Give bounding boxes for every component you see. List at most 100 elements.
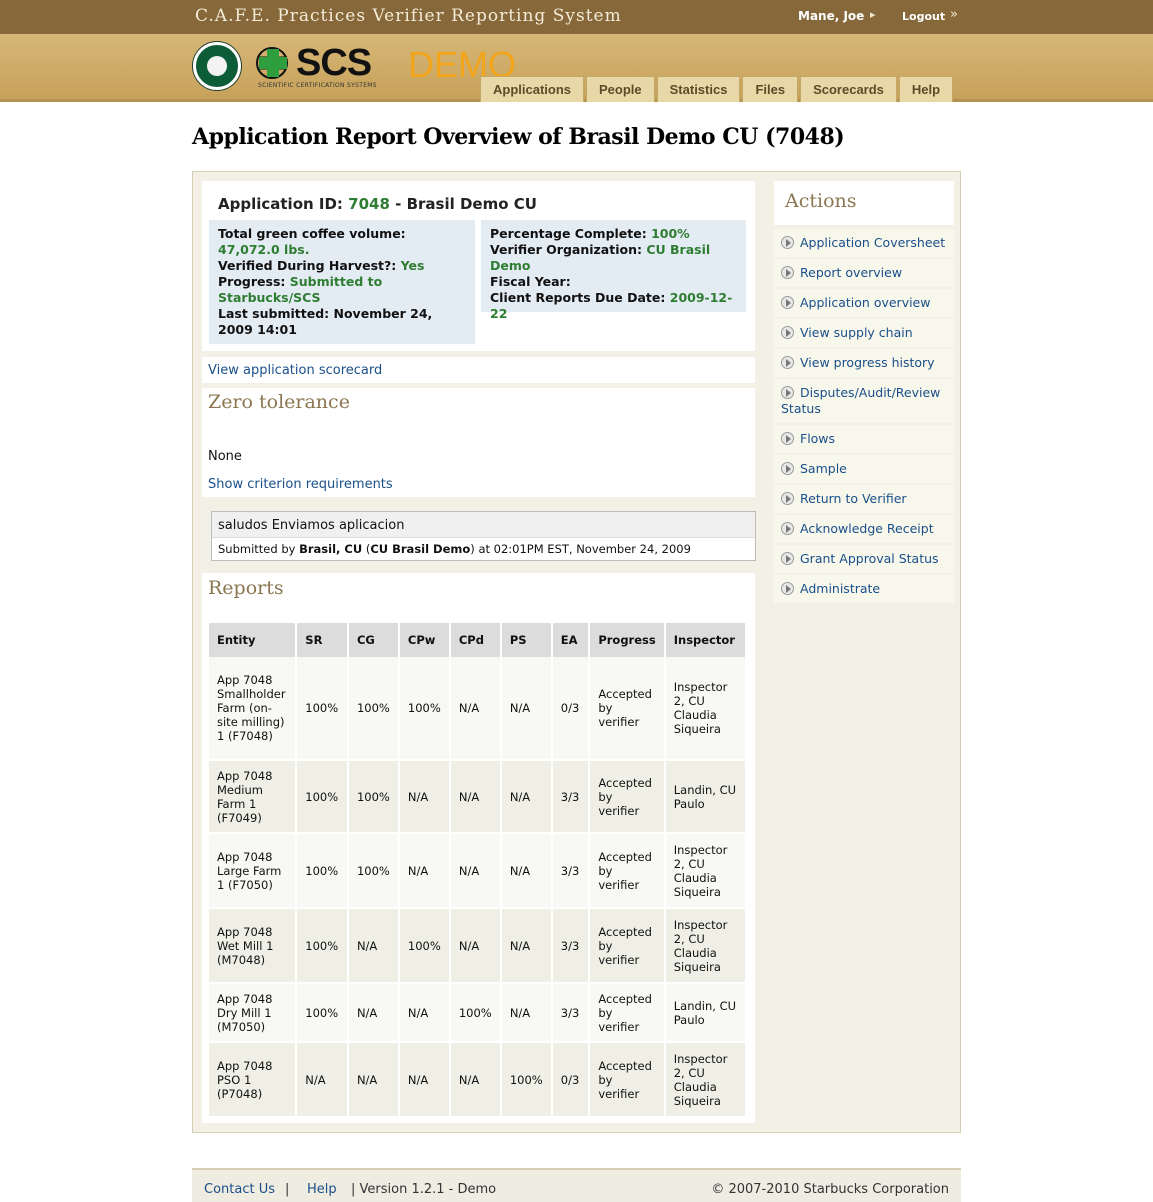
submitted-label: Last submitted: (218, 306, 334, 321)
column-header: CPd (449, 623, 502, 657)
table-row: App 7048 Smallholder Farm (on-site milli… (209, 657, 748, 761)
tab-applications[interactable]: Applications (480, 76, 585, 102)
tab-statistics[interactable]: Statistics (656, 76, 741, 102)
page-title: Application Report Overview of Brasil De… (192, 124, 845, 150)
verifier-row: Verifier Organization: CU Brasil Demo (490, 242, 737, 274)
column-header: Progress (589, 623, 666, 657)
cpd-cell: N/A (449, 908, 502, 984)
note-org: CU Brasil Demo (370, 542, 471, 556)
cpw-cell: 100% (398, 657, 451, 761)
user-menu[interactable]: Mane, Joe (798, 9, 864, 23)
action-sample[interactable]: Sample (774, 455, 954, 483)
cg-cell: 100% (347, 833, 400, 909)
entity-link[interactable]: App 7048 Smallholder Farm (on-site milli… (209, 657, 298, 761)
contact-us-link[interactable]: Contact Us (204, 1182, 275, 1197)
main-content: Application ID: 7048 - Brasil Demo CU To… (192, 171, 961, 1133)
starbucks-logo (193, 42, 241, 90)
action-label: Report overview (800, 265, 903, 280)
sr-cell: 100% (296, 983, 349, 1043)
action-application-coversheet[interactable]: Application Coversheet (774, 229, 954, 257)
action-administrate[interactable]: Administrate (774, 575, 954, 603)
ps-cell: N/A (500, 983, 553, 1043)
volume-value: 47,072.0 lbs. (218, 242, 310, 257)
inspector-cell: Inspector 2, CU Claudia Siqueira (664, 908, 748, 984)
cpw-cell: N/A (398, 983, 451, 1043)
entity-link[interactable]: App 7048 PSO 1 (P7048) (209, 1042, 298, 1118)
action-grant-approval-status[interactable]: Grant Approval Status (774, 545, 954, 573)
volume-row: Total green coffee volume: 47,072.0 lbs. (218, 226, 466, 258)
column-header: PS (500, 623, 553, 657)
tab-scorecards[interactable]: Scorecards (800, 76, 897, 102)
circle-arrow-icon (781, 492, 794, 505)
ea-cell: 3/3 (551, 983, 591, 1043)
column-header: EA (551, 623, 591, 657)
circle-arrow-icon (781, 522, 794, 535)
cpd-cell: N/A (449, 1042, 502, 1118)
footer-help-link[interactable]: Help (307, 1182, 337, 1197)
action-view-supply-chain[interactable]: View supply chain (774, 319, 954, 347)
cpd-cell: N/A (449, 833, 502, 909)
circle-arrow-icon (781, 296, 794, 309)
entity-link[interactable]: App 7048 Dry Mill 1 (M7050) (209, 983, 298, 1043)
note-submitted-by: Brasil, CU (299, 542, 363, 556)
action-flows[interactable]: Flows (774, 425, 954, 453)
table-row: App 7048 Large Farm 1 (F7050) 100% 100% … (209, 833, 748, 909)
action-disputes-audit-review-status[interactable]: Disputes/Audit/Review Status (774, 379, 954, 423)
action-return-to-verifier[interactable]: Return to Verifier (774, 485, 954, 513)
action-label: Return to Verifier (800, 491, 907, 506)
progress-cell: Accepted by verifier (589, 760, 666, 834)
note-submitted-suffix: ) at 02:01PM EST, November 24, 2009 (470, 542, 691, 556)
cg-cell: 100% (347, 657, 400, 761)
action-label: Grant Approval Status (800, 551, 939, 566)
cpw-cell: N/A (398, 833, 451, 909)
fiscal-year-row: Fiscal Year: (490, 274, 737, 290)
circle-arrow-icon (781, 266, 794, 279)
progress-cell: Accepted by verifier (589, 908, 666, 984)
application-id-value: 7048 (348, 195, 390, 213)
reports-header-row: Entity SR CG CPw CPd PS EA Progress Insp… (209, 623, 748, 657)
cg-cell: N/A (347, 983, 400, 1043)
reports-heading: Reports (208, 577, 284, 599)
entity-link[interactable]: App 7048 Wet Mill 1 (M7048) (209, 908, 298, 984)
scs-cross-logo (256, 47, 288, 79)
sr-cell: N/A (296, 1042, 349, 1118)
circle-arrow-icon (781, 552, 794, 565)
table-row: App 7048 Medium Farm 1 (F7049) 100% 100%… (209, 760, 748, 834)
circle-arrow-icon (781, 582, 794, 595)
sr-cell: 100% (296, 833, 349, 909)
fiscal-year-label: Fiscal Year: (490, 274, 571, 289)
due-date-row: Client Reports Due Date: 2009-12-22 (490, 290, 737, 322)
ps-cell: N/A (500, 760, 553, 834)
ea-cell: 0/3 (551, 657, 591, 761)
column-header: SR (296, 623, 349, 657)
cg-cell: N/A (347, 1042, 400, 1118)
actions-sidebar: Actions Application Coversheet Report ov… (774, 181, 954, 603)
application-summary-right: Percentage Complete: 100% Verifier Organ… (481, 220, 746, 321)
triangle-right-icon[interactable]: ▸ (870, 8, 876, 21)
ea-cell: 3/3 (551, 908, 591, 984)
circle-arrow-icon (781, 432, 794, 445)
system-title: C.A.F.E. Practices Verifier Reporting Sy… (195, 6, 622, 26)
harvest-value: Yes (400, 258, 425, 273)
logout-link[interactable]: Logout (902, 10, 945, 23)
show-criterion-requirements-link[interactable]: Show criterion requirements (208, 477, 393, 492)
double-chevron-right-icon[interactable]: » (950, 7, 958, 22)
sr-cell: 100% (296, 657, 349, 761)
progress-cell: Accepted by verifier (589, 833, 666, 909)
action-label: View supply chain (800, 325, 913, 340)
entity-link[interactable]: App 7048 Large Farm 1 (F7050) (209, 833, 298, 909)
entity-link[interactable]: App 7048 Medium Farm 1 (F7049) (209, 760, 298, 834)
tab-files[interactable]: Files (742, 76, 799, 102)
tab-help[interactable]: Help (898, 76, 954, 102)
action-report-overview[interactable]: Report overview (774, 259, 954, 287)
action-application-overview[interactable]: Application overview (774, 289, 954, 317)
inspector-cell: Landin, CU Paulo (664, 983, 748, 1043)
view-scorecard-link[interactable]: View application scorecard (208, 363, 382, 378)
version-text: | Version 1.2.1 - Demo (351, 1182, 497, 1197)
cpd-cell: 100% (449, 983, 502, 1043)
application-id-suffix: - Brasil Demo CU (389, 195, 537, 213)
action-view-progress-history[interactable]: View progress history (774, 349, 954, 377)
action-acknowledge-receipt[interactable]: Acknowledge Receipt (774, 515, 954, 543)
top-bar: C.A.F.E. Practices Verifier Reporting Sy… (0, 0, 1153, 34)
tab-people[interactable]: People (586, 76, 655, 102)
